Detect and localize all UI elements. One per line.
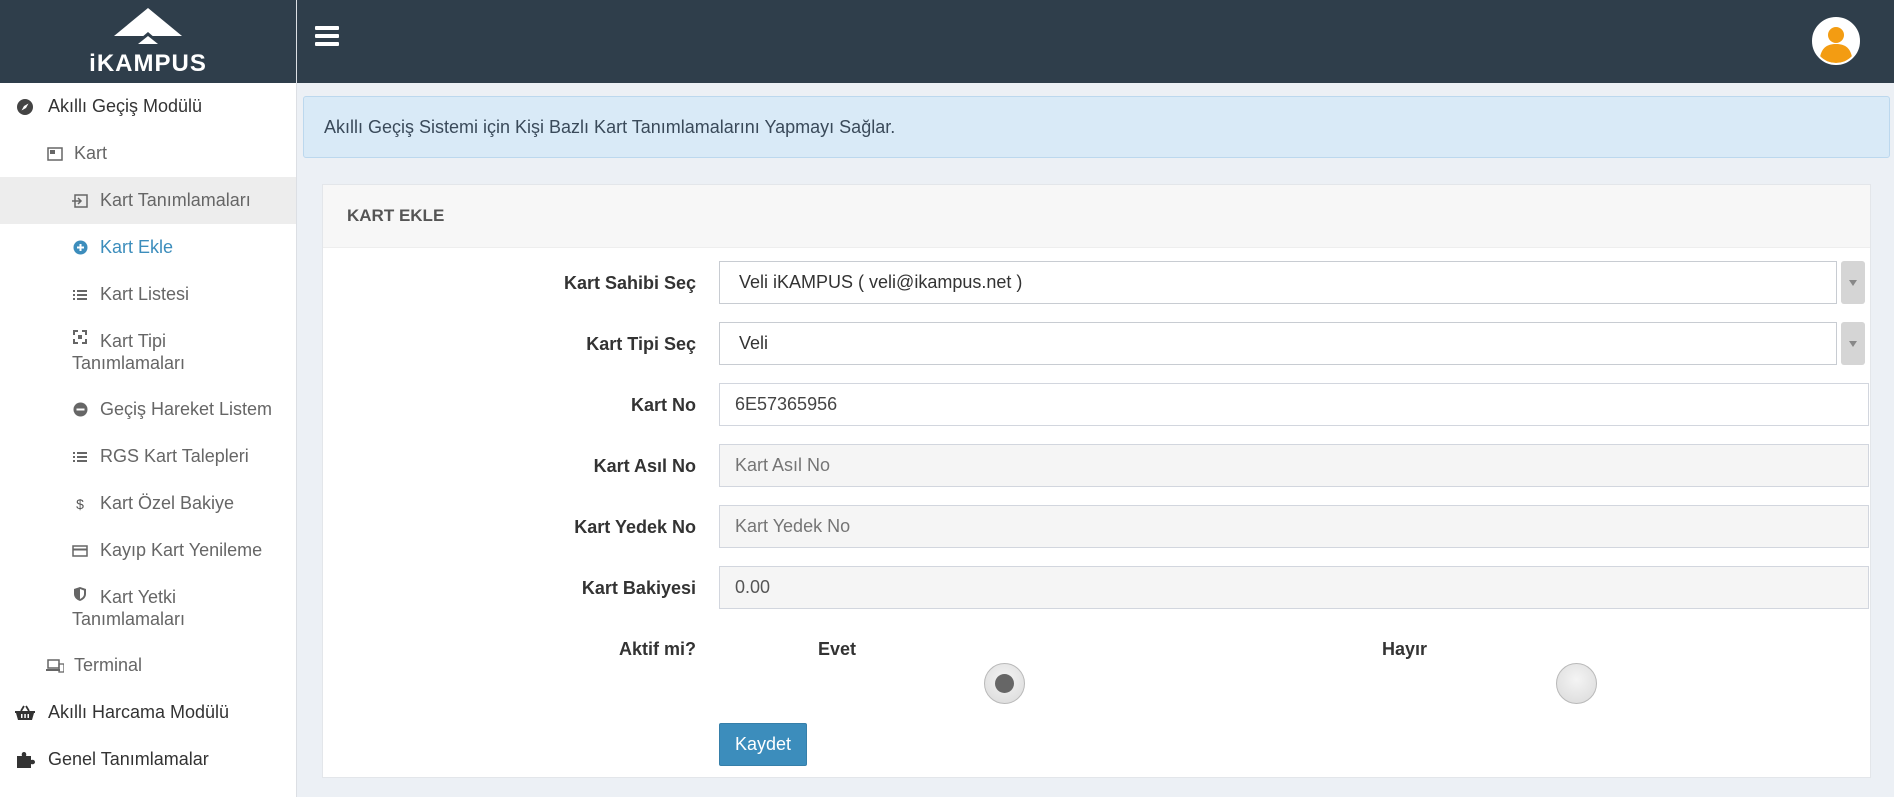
card-backup-label: Kart Yedek No: [574, 516, 696, 537]
card-main-label: Kart Asıl No: [593, 455, 696, 476]
sidebar-item-label: Kart: [74, 143, 108, 163]
radio-no[interactable]: [1556, 663, 1597, 704]
balance-input[interactable]: [719, 566, 1869, 609]
balance-label: Kart Bakiyesi: [581, 577, 696, 598]
sidebar-item-label: Kart Listesi: [100, 284, 190, 304]
sidebar-nav: Akıllı Geçiş Modülü Kart Kart Tanımlamal…: [0, 83, 296, 783]
user-icon: [1814, 19, 1858, 63]
basket-icon: [14, 705, 36, 721]
sidebar-item-kart-ozel-bakiye[interactable]: $ Kart Özel Bakiye: [0, 480, 296, 527]
shield-icon: [72, 586, 88, 602]
info-callout: Akıllı Geçiş Sistemi için Kişi Bazlı Kar…: [303, 96, 1890, 158]
radio-yes[interactable]: [984, 663, 1025, 704]
sidebar-item-kart-listesi[interactable]: Kart Listesi: [0, 271, 296, 318]
callout-text: Akıllı Geçiş Sistemi için Kişi Bazlı Kar…: [324, 116, 896, 137]
sidebar-item-kart[interactable]: Kart: [0, 130, 296, 177]
brand-logo[interactable]: iKAMPUS: [0, 0, 296, 83]
sidebar-item-label: RGS Kart Talepleri: [100, 446, 249, 466]
sidebar-item-terminal[interactable]: Terminal: [0, 642, 296, 689]
devices-icon: [46, 658, 64, 673]
card-no-input[interactable]: [719, 383, 1869, 426]
sidebar-item-label: Akıllı Harcama Modülü: [48, 702, 230, 722]
type-label: Kart Tipi Seç: [586, 333, 696, 354]
card-icon: [46, 146, 64, 161]
sidebar-item-kart-tanimlamalari[interactable]: Kart Tanımlamaları: [0, 177, 296, 224]
card-main-input[interactable]: [719, 444, 1869, 487]
sidebar-item-kayip-kart-yenileme[interactable]: Kayıp Kart Yenileme: [0, 527, 296, 574]
sidebar-item-label: Akıllı Geçiş Modülü: [48, 96, 203, 116]
puzzle-icon: [14, 751, 36, 769]
owner-label: Kart Sahibi Seç: [563, 272, 696, 293]
list-icon: [72, 451, 88, 463]
sign-in-icon: [72, 193, 88, 208]
ikampus-logo-icon: [114, 7, 182, 44]
sidebar-item-label: Geçiş Hareket Listem: [100, 399, 273, 419]
chevron-down-icon[interactable]: [1841, 261, 1865, 304]
card-title: KART EKLE: [323, 185, 1870, 248]
card-backup-row: Kart Yedek No: [323, 505, 1872, 549]
sidebar-item-genel-tanimlamalar[interactable]: Genel Tanımlamalar: [0, 736, 296, 783]
sidebar-item-label: Kart Özel Bakiye: [100, 493, 235, 513]
save-button[interactable]: Kaydet: [719, 723, 807, 766]
chevron-down-icon[interactable]: [1841, 322, 1865, 365]
active-label: Aktif mi?: [618, 638, 696, 659]
sidebar-item-label: Terminal: [74, 655, 143, 675]
credit-card-icon: [72, 544, 88, 557]
sidebar-item-label: Genel Tanımlamalar: [48, 749, 209, 769]
owner-row: Kart Sahibi Seç Veli iKAMPUS ( veli@ikam…: [323, 261, 1872, 305]
active-row: Aktif mi? Evet Hayır: [323, 627, 1872, 671]
card-backup-input[interactable]: [719, 505, 1869, 548]
owner-select[interactable]: Veli iKAMPUS ( veli@ikampus.net ): [719, 261, 1837, 304]
sidebar-item-kart-tipi-tanimlamalari[interactable]: Kart Tipi Tanımlamaları: [0, 318, 296, 386]
sidebar-item-kart-ekle[interactable]: Kart Ekle: [0, 224, 296, 271]
brand-name: iKAMPUS: [89, 49, 207, 77]
sidebar: iKAMPUS Akıllı Geçiş Modülü Kart Kart Ta…: [0, 0, 297, 797]
list-icon: [72, 289, 88, 301]
sidebar-item-rgs-kart-talepleri[interactable]: RGS Kart Talepleri: [0, 433, 296, 480]
kart-ekle-card: KART EKLE Kart Sahibi Seç Veli iKAMPUS (…: [322, 184, 1871, 778]
card-no-row: Kart No: [323, 383, 1872, 427]
sidebar-item-label: Kart Yetki Tanımlamaları: [72, 587, 186, 629]
sidebar-item-label: Kayıp Kart Yenileme: [100, 540, 263, 560]
sidebar-item-label: Kart Ekle: [100, 237, 174, 257]
dollar-icon: $: [76, 495, 84, 512]
card-no-label: Kart No: [630, 394, 696, 415]
sidebar-item-label: Kart Tipi Tanımlamaları: [72, 331, 186, 373]
menu-toggle-icon[interactable]: [315, 26, 339, 48]
sidebar-item-kart-yetki-tanimlamalari[interactable]: Kart Yetki Tanımlamaları: [0, 574, 296, 642]
radio-yes-label: Evet: [818, 638, 857, 659]
user-avatar[interactable]: [1812, 17, 1860, 65]
expand-icon: [72, 330, 88, 344]
plus-circle-icon: [72, 240, 88, 255]
sidebar-item-akilli-harcama[interactable]: Akıllı Harcama Modülü: [0, 689, 296, 736]
type-select[interactable]: Veli: [719, 322, 1837, 365]
card-main-row: Kart Asıl No: [323, 444, 1872, 488]
sidebar-item-label: Kart Tanımlamaları: [100, 190, 251, 210]
balance-row: Kart Bakiyesi: [323, 566, 1872, 610]
radio-no-label: Hayır: [1382, 638, 1428, 659]
type-row: Kart Tipi Seç Veli: [323, 322, 1872, 366]
sidebar-item-gecis-hareket-listem[interactable]: Geçiş Hareket Listem: [0, 386, 296, 433]
compass-icon: [14, 98, 36, 116]
minus-circle-icon: [72, 402, 88, 417]
topbar: [297, 0, 1894, 83]
sidebar-item-akilli-gecis[interactable]: Akıllı Geçiş Modülü: [0, 83, 296, 130]
